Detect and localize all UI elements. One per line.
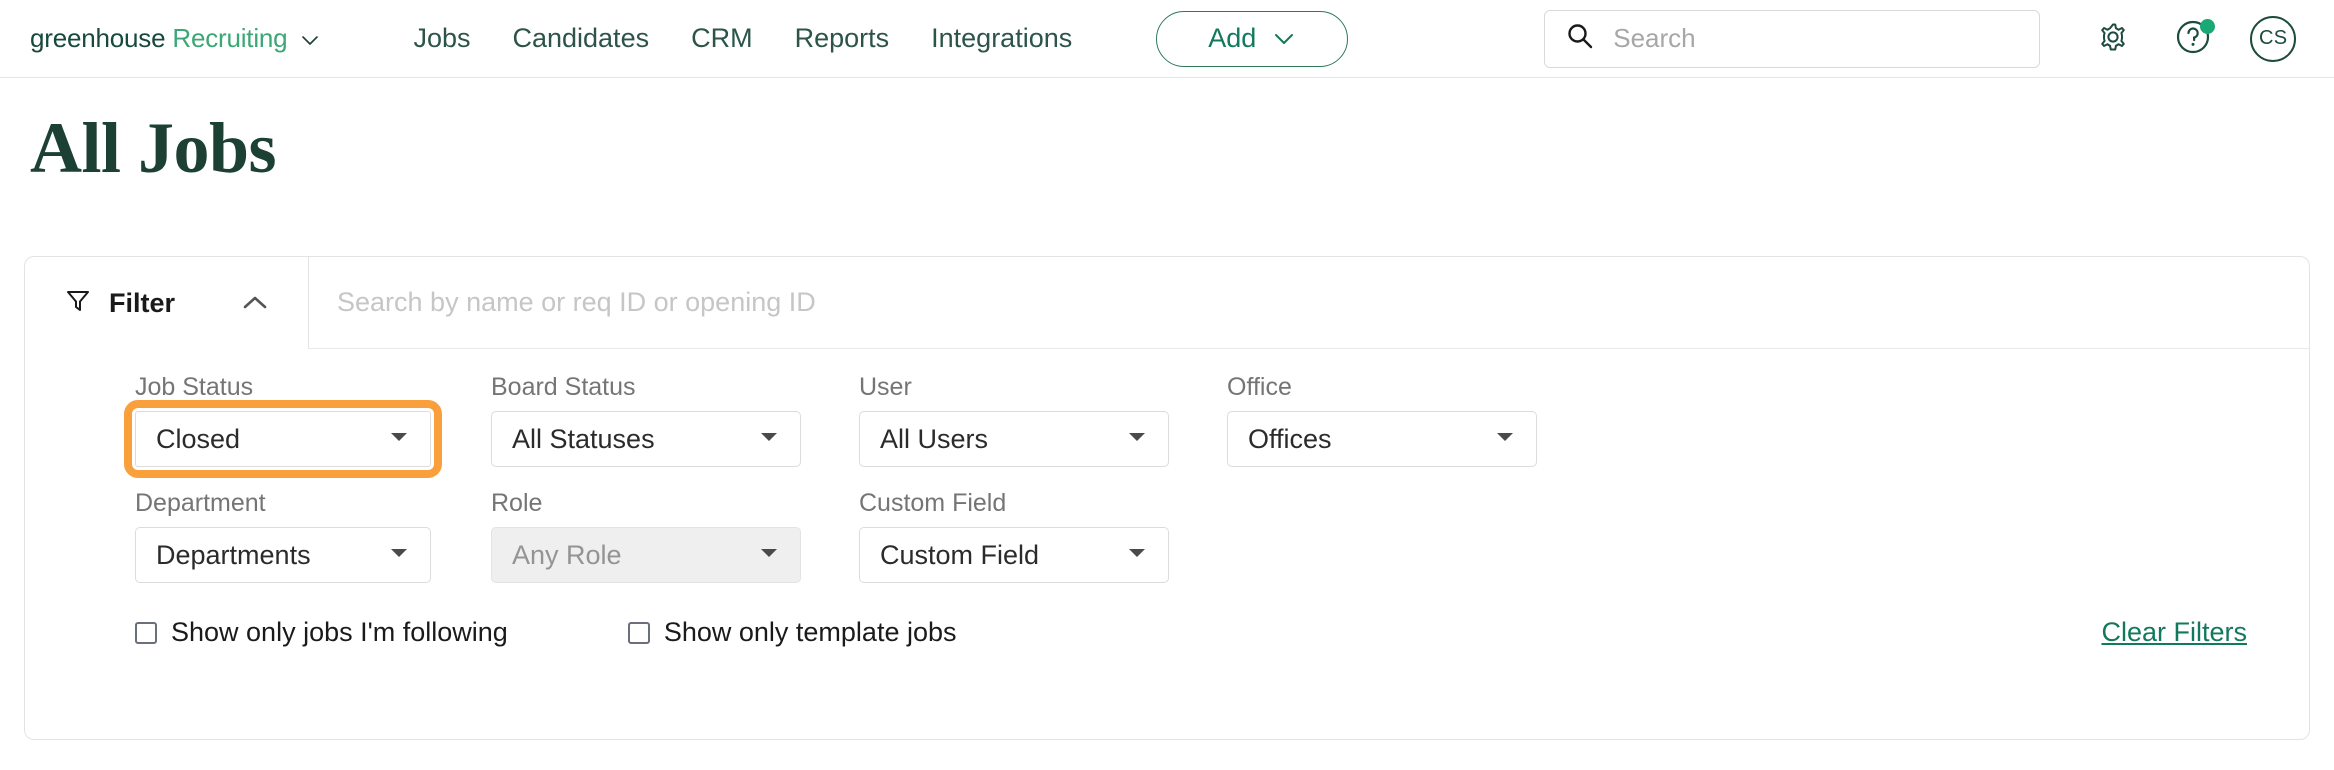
chevron-down-icon [758,430,780,449]
checkbox-label-following: Show only jobs I'm following [171,617,508,647]
brand-name-secondary: Recruiting [172,23,288,53]
global-search-box[interactable] [1544,9,2041,68]
user-value: All Users [880,423,989,454]
field-label-job-status: Job Status [135,373,254,401]
field-label-user: User [859,373,912,401]
nav-icon-group: CS [2090,15,2297,62]
field-label-department: Department [135,489,266,517]
field-label-office: Office [1227,373,1292,401]
checkbox-box-template-jobs[interactable] [627,621,650,644]
notification-dot [2200,18,2216,34]
field-user: User All Users [859,373,1169,467]
avatar-initials: CS [2259,27,2288,49]
primary-nav-links: Jobs Candidates CRM Reports Integrations [413,23,1072,54]
role-value: Any Role [512,539,622,570]
funnel-icon [65,288,91,319]
filter-checkbox-row: Show only jobs I'm following Show only t… [25,617,2309,648]
chevron-down-icon [1494,430,1516,449]
job-status-value: Closed [156,423,241,454]
department-dropdown[interactable]: Departments [135,527,431,583]
filter-panel: Filter Job Status Closed Board Stat [24,256,2310,740]
chevron-down-icon[interactable] [299,29,321,51]
chevron-down-icon [1126,546,1148,565]
filter-toggle-button[interactable]: Filter [25,257,309,349]
page-title: All Jobs [30,108,277,188]
role-dropdown: Any Role [491,527,801,583]
user-dropdown[interactable]: All Users [859,411,1169,467]
board-status-value: All Statuses [512,423,655,454]
chevron-down-icon [758,546,780,565]
chevron-down-icon [1272,23,1296,54]
office-value: Offices [1248,423,1332,454]
nav-item-candidates[interactable]: Candidates [512,23,649,54]
filter-search-input[interactable] [337,287,2309,318]
custom-field-dropdown[interactable]: Custom Field [859,527,1169,583]
brand-logo[interactable]: greenhouse Recruiting [30,23,321,54]
brand-name-primary: greenhouse [30,23,166,53]
custom-field-value: Custom Field [880,539,1040,570]
filter-label: Filter [109,287,176,318]
field-label-custom-field: Custom Field [859,489,1007,517]
filter-fields-area: Job Status Closed Board Status All Statu… [25,349,2309,648]
settings-button[interactable] [2090,16,2136,62]
filter-search-box[interactable] [309,257,2309,349]
nav-item-integrations[interactable]: Integrations [931,23,1072,54]
add-button-label: Add [1208,23,1257,53]
chevron-down-icon [388,546,410,565]
field-custom-field: Custom Field Custom Field [859,489,1169,583]
help-button[interactable] [2170,16,2216,62]
checkbox-template-jobs[interactable]: Show only template jobs [627,617,957,648]
add-button[interactable]: Add [1156,10,1349,67]
chevron-up-icon[interactable] [240,293,270,313]
filter-row-2: Department Departments Role Any Role Cus… [25,489,2309,583]
checkbox-label-template-jobs: Show only template jobs [663,617,957,647]
department-value: Departments [156,539,311,570]
chevron-down-icon [388,430,410,449]
checkbox-following[interactable]: Show only jobs I'm following [135,617,508,648]
board-status-dropdown[interactable]: All Statuses [491,411,801,467]
field-department: Department Departments [135,489,431,583]
nav-item-jobs[interactable]: Jobs [413,23,470,54]
brand-name: greenhouse Recruiting [30,23,288,54]
field-job-status: Job Status Closed [124,373,442,478]
field-label-board-status: Board Status [491,373,636,401]
field-label-role: Role [491,489,543,517]
office-dropdown[interactable]: Offices [1227,411,1537,467]
global-search-input[interactable] [1613,23,2020,54]
avatar[interactable]: CS [2250,15,2297,62]
filter-panel-header: Filter [25,257,2309,349]
clear-filters-link[interactable]: Clear Filters [2101,617,2247,648]
field-role: Role Any Role [491,489,801,583]
checkbox-box-following[interactable] [135,621,157,644]
field-board-status: Board Status All Statuses [491,373,801,467]
top-navigation-bar: greenhouse Recruiting Jobs Candidates CR… [0,0,2334,78]
chevron-down-icon [1126,430,1148,449]
search-icon [1565,21,1595,56]
gear-icon [2093,17,2133,60]
field-office: Office Offices [1227,373,1537,467]
nav-item-crm[interactable]: CRM [691,23,753,54]
nav-item-reports[interactable]: Reports [795,23,890,54]
filter-row-1: Job Status Closed Board Status All Statu… [25,373,2309,478]
job-status-dropdown[interactable]: Closed [124,400,442,478]
